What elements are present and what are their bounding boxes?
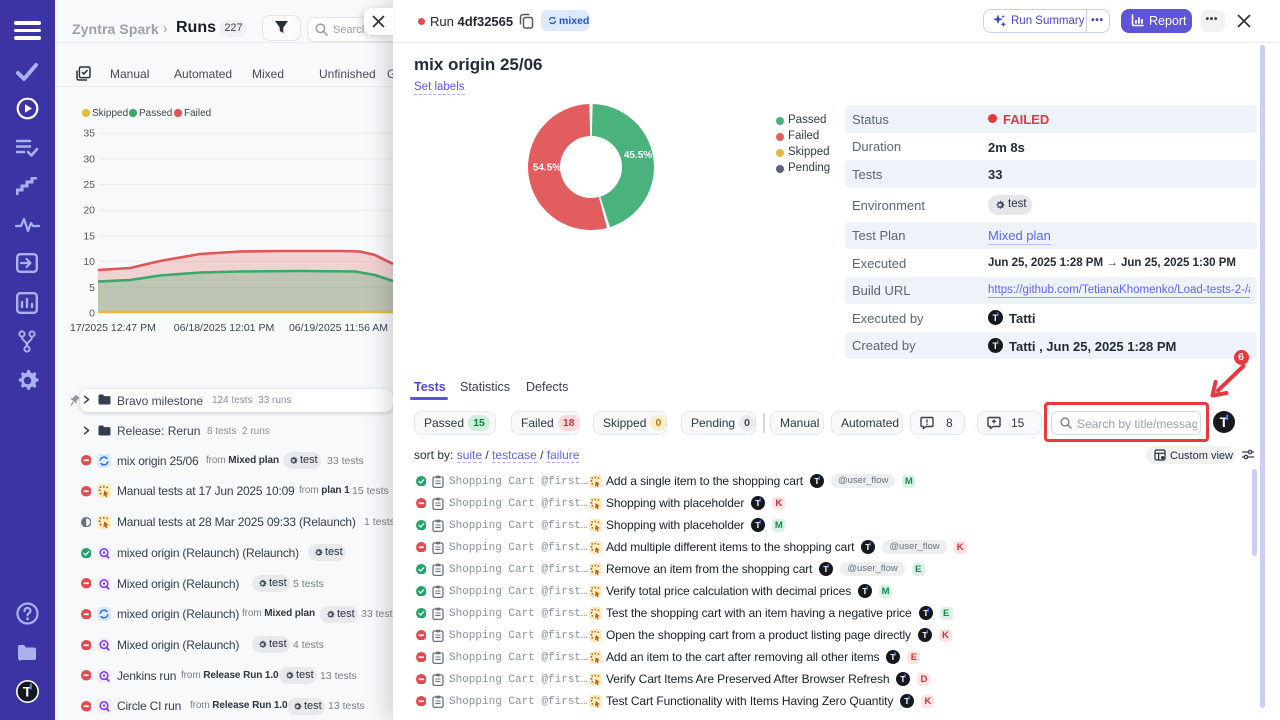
- svg-text:54.5%: 54.5%: [533, 163, 561, 174]
- svg-text:5: 5: [89, 282, 95, 294]
- svg-text:30: 30: [83, 153, 95, 165]
- svg-text:17/2025 12:47 PM: 17/2025 12:47 PM: [70, 322, 156, 334]
- svg-text:06/18/2025 12:01 PM: 06/18/2025 12:01 PM: [174, 322, 274, 334]
- svg-text:10: 10: [83, 256, 95, 268]
- svg-text:25: 25: [83, 179, 95, 191]
- svg-text:45.5%: 45.5%: [624, 150, 652, 161]
- svg-text:20: 20: [83, 205, 95, 217]
- svg-text:0: 0: [89, 308, 95, 320]
- svg-text:06/19/2025 11:56 AM: 06/19/2025 11:56 AM: [289, 322, 388, 334]
- svg-text:35: 35: [83, 128, 95, 140]
- svg-text:15: 15: [83, 230, 95, 242]
